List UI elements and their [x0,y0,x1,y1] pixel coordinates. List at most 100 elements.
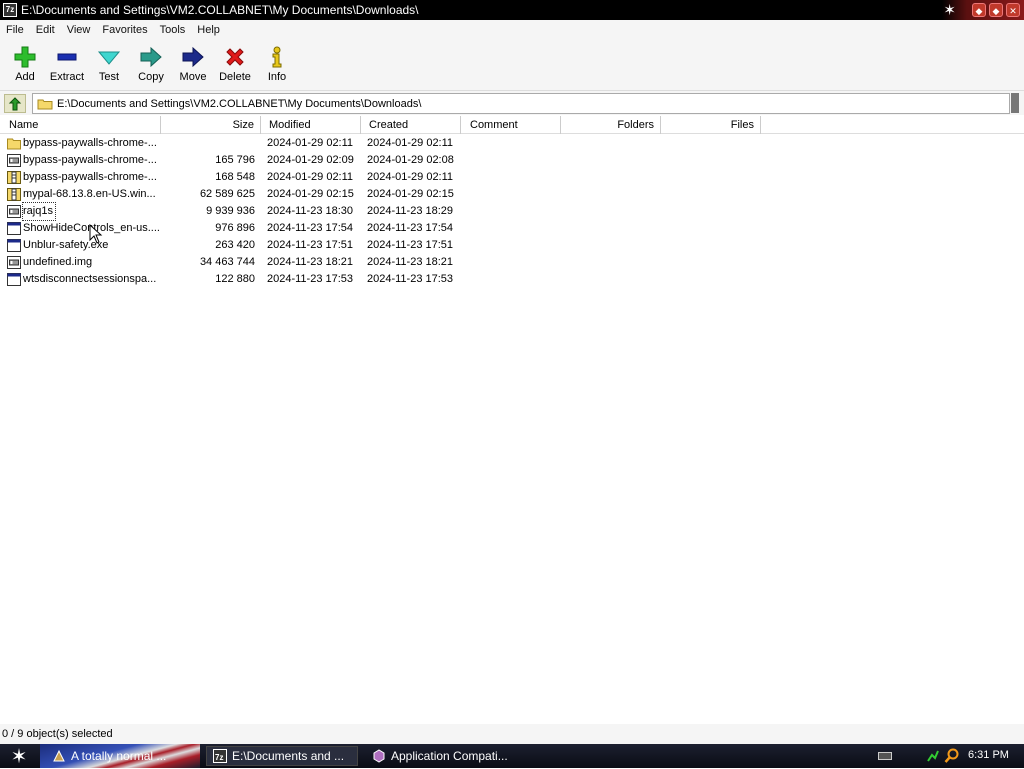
menu-view[interactable]: View [61,24,97,36]
list-header: Name Size Modified Created Comment Folde… [0,116,1024,134]
delete-button[interactable]: Delete [214,40,256,86]
table-row[interactable]: rajq1s 9 939 936 2024-11-23 18:30 2024-1… [0,202,1024,221]
file-created: 2024-11-23 17:54 [367,222,454,234]
table-row[interactable]: wtsdisconnectsessionspa... 122 880 2024-… [0,271,1024,288]
check-icon [97,46,121,68]
file-size: 263 420 [215,239,255,251]
test-label: Test [98,71,120,83]
file-modified: 2024-11-23 17:53 [267,273,354,285]
minimize-button[interactable]: ◆ [972,3,986,17]
file-modified: 2024-11-23 17:54 [267,222,354,234]
info-icon [265,46,289,68]
disk-image-icon [7,154,21,167]
clock[interactable]: 6:31 PM [968,749,1009,761]
menu-file[interactable]: File [0,24,30,36]
file-name: wtsdisconnectsessionspa... [23,273,157,285]
info-label: Info [267,71,287,83]
file-name: bypass-paywalls-chrome-... [23,154,157,166]
table-row[interactable]: bypass-paywalls-chrome-... 168 548 2024-… [0,169,1024,186]
table-row[interactable]: Unblur-safety.exe 263 420 2024-11-23 17:… [0,237,1024,254]
taskbar-item-normal[interactable]: A totally normal ... [46,746,196,766]
taskbar-item-label: Application Compati... [391,749,508,763]
file-name: undefined.img [23,256,93,268]
zip-icon [7,171,21,184]
file-created: 2024-01-29 02:11 [367,171,454,183]
column-files[interactable]: Files [661,116,761,134]
file-name: rajq1s [22,202,56,221]
file-created: 2024-01-29 02:15 [367,188,454,200]
keyboard-icon[interactable] [878,752,892,760]
file-size: 34 463 744 [199,256,255,268]
column-size[interactable]: Size [161,116,261,134]
taskbar-item-7zip[interactable]: 7z E:\Documents and ... [206,746,358,766]
file-created: 2024-01-29 02:08 [367,154,454,166]
folder-icon [7,137,21,150]
window-app-icon [7,222,21,235]
menu-favorites[interactable]: Favorites [96,24,153,36]
column-created[interactable]: Created [361,116,461,134]
table-row[interactable]: bypass-paywalls-chrome-... 2024-01-29 02… [0,135,1024,152]
delete-x-icon [223,46,247,68]
file-name: bypass-paywalls-chrome-... [23,171,157,183]
file-modified: 2024-11-23 18:30 [267,205,354,217]
column-modified[interactable]: Modified [261,116,361,134]
up-folder-button[interactable] [4,94,26,113]
file-size: 168 548 [215,171,255,183]
file-size: 122 880 [215,273,255,285]
file-modified: 2024-01-29 02:11 [267,171,354,183]
table-row[interactable]: bypass-paywalls-chrome-... 165 796 2024-… [0,152,1024,169]
move-button[interactable]: Move [172,40,214,86]
app-compat-icon [372,749,386,763]
extract-label: Extract [49,71,85,83]
file-modified: 2024-01-29 02:15 [267,188,354,200]
address-dropdown[interactable] [1011,93,1019,113]
search-icon[interactable] [944,748,960,764]
file-modified: 2024-11-23 17:51 [267,239,354,251]
start-button[interactable]: ✶ [2,744,36,768]
7zip-icon: 7z [213,749,227,763]
mouse-cursor-icon [89,224,103,244]
add-label: Add [15,71,35,83]
file-modified: 2024-11-23 18:21 [267,256,354,268]
address-field[interactable]: E:\Documents and Settings\VM2.COLLABNET\… [32,93,1010,114]
file-list: Name Size Modified Created Comment Folde… [0,116,1024,724]
copy-arrow-icon [139,46,163,68]
table-row[interactable]: undefined.img 34 463 744 2024-11-23 18:2… [0,254,1024,271]
table-row[interactable]: mypal-68.13.8.en-US.win... 62 589 625 20… [0,186,1024,203]
file-name: mypal-68.13.8.en-US.win... [23,188,156,200]
close-button[interactable]: ✕ [1006,3,1020,17]
toolbar: Add Extract Test Copy Move Delete Info [0,40,1024,90]
file-size: 165 796 [215,154,255,166]
plus-icon [13,46,37,68]
file-size: 976 896 [215,222,255,234]
menu-edit[interactable]: Edit [30,24,61,36]
column-folders[interactable]: Folders [561,116,661,134]
column-name[interactable]: Name [3,116,161,134]
disk-image-icon [7,205,21,218]
menu-help[interactable]: Help [191,24,226,36]
copy-button[interactable]: Copy [130,40,172,86]
menu-tools[interactable]: Tools [154,24,192,36]
taskbar-item-label: A totally normal ... [71,749,167,763]
column-comment[interactable]: Comment [461,116,561,134]
file-modified: 2024-01-29 02:11 [267,137,354,149]
file-size: 62 589 625 [199,188,255,200]
add-button[interactable]: Add [4,40,46,86]
address-path: E:\Documents and Settings\VM2.COLLABNET\… [57,97,422,110]
copy-label: Copy [138,71,164,83]
disk-image-icon [7,256,21,269]
file-created: 2024-11-23 17:53 [367,273,454,285]
window-app-icon [7,239,21,252]
up-arrow-icon [8,96,22,110]
7zip-app-icon[interactable]: 7z [3,3,17,17]
maximize-button[interactable]: ◆ [989,3,1003,17]
extract-button[interactable]: Extract [46,40,88,86]
test-button[interactable]: Test [88,40,130,86]
info-button[interactable]: Info [256,40,298,86]
selection-status: 0 / 9 object(s) selected [2,728,113,740]
table-row[interactable]: ShowHideControls_en-us.... 976 896 2024-… [0,220,1024,237]
network-icon[interactable] [926,749,940,763]
star-icon: ✶ [943,2,956,19]
file-modified: 2024-01-29 02:09 [267,154,354,166]
taskbar-item-app-compat[interactable]: Application Compati... [366,746,518,766]
